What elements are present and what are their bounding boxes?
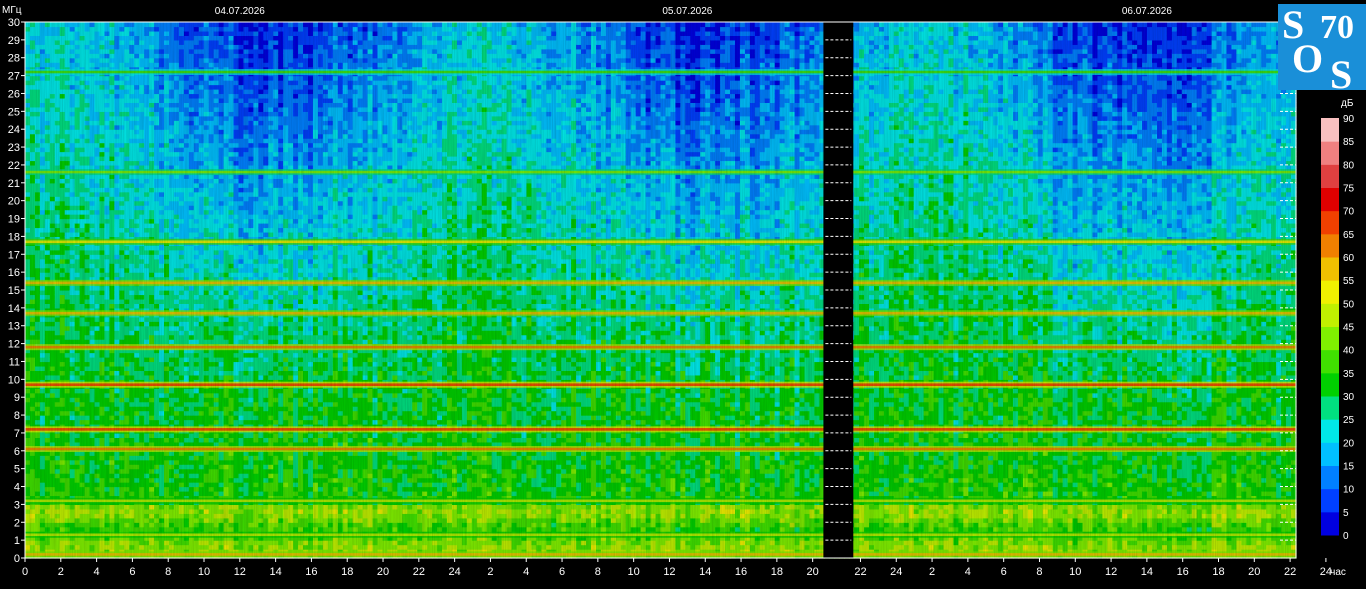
spectrogram-chart: 0 1 2 3 4 5 6 7 8 9 10 11 12 13 14 15 16 17 18 19 20 21 22 23 24… [0, 0, 1366, 589]
plot-area [25, 21, 1297, 559]
chart-svg: 0123456789101112131415161718192021222324… [2, 5, 1355, 578]
